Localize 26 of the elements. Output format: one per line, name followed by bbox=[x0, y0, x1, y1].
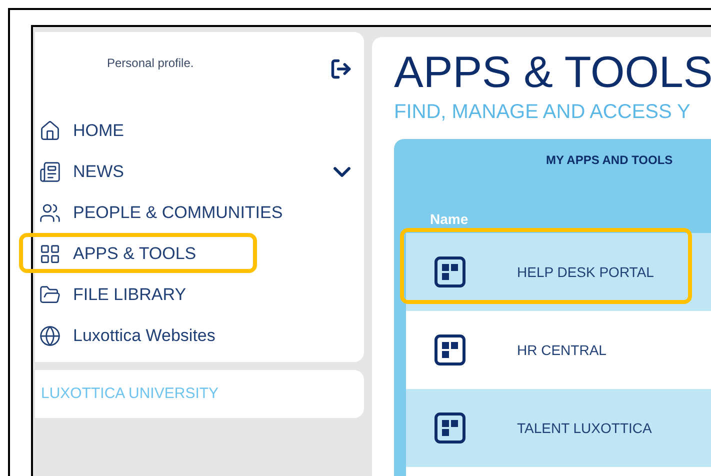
app-row[interactable]: HR CENTRAL bbox=[406, 311, 711, 389]
column-header: Name bbox=[430, 210, 468, 229]
app-tile-icon bbox=[434, 256, 466, 288]
logout-icon[interactable] bbox=[330, 58, 352, 80]
app-tile-icon bbox=[434, 334, 466, 366]
table-title: MY APPS AND TOOLS bbox=[545, 152, 674, 169]
nav-item[interactable]: Luxottica Websites bbox=[35, 315, 364, 356]
globe-icon bbox=[39, 324, 61, 346]
newspaper-icon bbox=[39, 160, 61, 182]
app-name: TALENT LUXOTTICA bbox=[517, 418, 652, 438]
nav-item[interactable]: APPS & TOOLS bbox=[35, 233, 364, 274]
app-name: HELP DESK PORTAL bbox=[517, 262, 654, 282]
nav-item[interactable]: NEWS bbox=[35, 151, 364, 192]
app-name: HR CENTRAL bbox=[517, 340, 606, 360]
nav-item[interactable]: FILE LIBRARY bbox=[35, 274, 364, 315]
page-title: APPS & TOOLS bbox=[394, 47, 711, 99]
nav-item[interactable]: PEOPLE & COMMUNITIES bbox=[35, 192, 364, 233]
app-tile-icon bbox=[434, 412, 466, 444]
home-icon bbox=[39, 120, 61, 142]
folder-icon bbox=[39, 284, 61, 306]
profile-label: Personal profile. bbox=[107, 55, 194, 72]
nav-item[interactable]: HOME bbox=[35, 110, 364, 151]
page-subtitle: FIND, MANAGE AND ACCESS Y bbox=[394, 100, 692, 125]
app-row[interactable]: TALENT LUXOTTICA bbox=[406, 389, 711, 467]
people-icon bbox=[39, 202, 61, 224]
grid-icon bbox=[39, 242, 61, 264]
